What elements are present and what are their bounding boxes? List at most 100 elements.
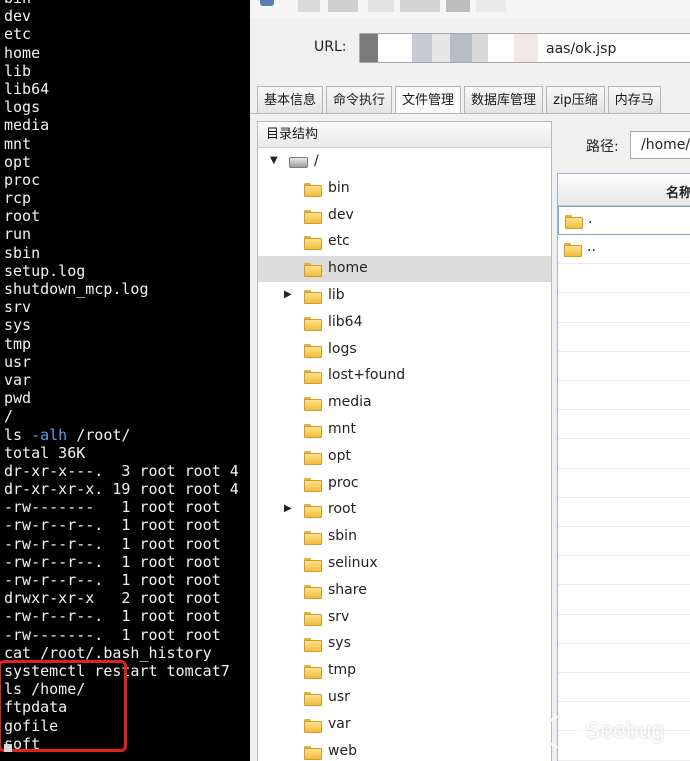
seebug-watermark: Seebug	[545, 713, 675, 753]
tree-item[interactable]: ▶ root	[258, 497, 551, 523]
url-value: aas/ok.jsp	[546, 41, 617, 57]
empty-row	[558, 586, 690, 615]
expand-arrow-icon[interactable]: ▼	[270, 155, 278, 166]
folder-icon	[304, 236, 322, 251]
terminal-window[interactable]: bindevetchomeliblib64logsmediamntoptproc…	[0, 0, 250, 761]
folder-icon	[304, 531, 322, 546]
tab-divider	[250, 113, 690, 114]
tree-item-label: mnt	[328, 421, 356, 437]
tree-item-label: selinux	[328, 555, 378, 571]
terminal-line: tmp	[4, 334, 32, 353]
file-row[interactable]: .	[558, 206, 690, 235]
title-bar-redacted	[250, 0, 690, 18]
folder-icon	[304, 665, 322, 680]
folder-icon	[304, 450, 322, 465]
tree-item[interactable]: bin	[258, 176, 551, 202]
empty-row	[558, 294, 690, 323]
terminal-argument: /root/	[67, 425, 131, 444]
tab-0[interactable]: 基本信息	[257, 86, 324, 114]
file-row[interactable]: ..	[558, 235, 690, 265]
empty-row	[558, 615, 690, 644]
path-value: /home/	[641, 137, 690, 153]
terminal-line: total 36K	[4, 443, 86, 462]
tree-item[interactable]: lost+found	[258, 363, 551, 389]
tree-item[interactable]: web	[258, 739, 551, 761]
tree-root[interactable]: ▼ /	[258, 149, 551, 175]
terminal-line: home	[4, 43, 41, 62]
path-label: 路径:	[586, 139, 619, 155]
path-input[interactable]: /home/	[630, 131, 690, 159]
file-name: ..	[587, 239, 596, 256]
terminal-line: media	[4, 116, 50, 135]
empty-row	[558, 410, 690, 440]
tree-item[interactable]: sys	[258, 631, 551, 657]
folder-icon	[304, 692, 322, 706]
tree-item-label: lib64	[328, 313, 363, 330]
tree-item[interactable]: ▶ lib	[258, 283, 551, 309]
terminal-line: etc	[4, 25, 32, 44]
tree-item[interactable]: etc	[258, 229, 551, 255]
tree-item-label: home	[328, 260, 368, 277]
terminal-line: opt	[4, 152, 32, 171]
folder-icon	[304, 611, 322, 626]
terminal-line: srv	[4, 298, 32, 317]
tree-item[interactable]: usr	[258, 685, 551, 711]
folder-icon	[304, 370, 322, 385]
tab-2[interactable]: 文件管理	[395, 86, 462, 114]
tree-item[interactable]: dev	[258, 203, 551, 229]
tab-1[interactable]: 命令执行	[326, 86, 393, 114]
tree-header: 目录结构	[258, 122, 551, 148]
tree-item[interactable]: srv	[258, 605, 551, 631]
tree-item[interactable]: logs	[258, 337, 551, 363]
webshell-manager-window: URL: aas/ok.jsp 基本信息 命令执行 文件管理 数据库管理 zip压缩 内存…	[250, 0, 690, 761]
tree-item-label: proc	[328, 474, 359, 491]
tree-item[interactable]: lib64	[258, 310, 551, 336]
terminal-line: -rw------- 1 root root	[4, 498, 221, 517]
terminal-line: -rw-r--r--. 1 root root	[4, 516, 221, 535]
drive-icon	[289, 157, 308, 168]
tree-item-label: web	[328, 742, 357, 759]
empty-row	[558, 323, 690, 352]
tree-item[interactable]: tmp	[258, 658, 551, 684]
tree-item-label: sys	[328, 635, 351, 652]
tree-item[interactable]: home	[258, 256, 551, 283]
expand-arrow-icon[interactable]: ▶	[284, 503, 292, 514]
tree-item[interactable]: var	[258, 712, 551, 738]
folder-icon	[304, 343, 322, 358]
tab-3[interactable]: 数据库管理	[464, 86, 544, 114]
tab-4[interactable]: zip压缩	[546, 86, 605, 114]
folder-icon	[304, 584, 322, 599]
tree-item-label: etc	[328, 233, 350, 250]
terminal-line: proc	[4, 170, 41, 189]
folder-icon	[304, 290, 322, 304]
empty-row	[558, 673, 690, 703]
tree-item-label: bin	[328, 179, 350, 196]
terminal-line: -rw-r--r--. 1 root root	[4, 552, 221, 571]
tree-item[interactable]: mnt	[258, 417, 551, 443]
tree-item-label: var	[328, 715, 351, 732]
url-redaction	[360, 34, 538, 62]
tab-5[interactable]: 内存马	[607, 86, 661, 114]
empty-row	[558, 556, 690, 586]
terminal-line: var	[4, 370, 32, 389]
tree-item[interactable]: proc	[258, 471, 551, 497]
tree-item[interactable]: opt	[258, 444, 551, 470]
tree-item[interactable]: sbin	[258, 524, 551, 550]
tree-item-label: tmp	[328, 662, 357, 679]
folder-icon	[304, 718, 322, 733]
terminal-line: mnt	[4, 134, 32, 153]
folder-icon	[304, 504, 322, 519]
tree-item[interactable]: selinux	[258, 551, 551, 577]
column-name-header: 名称	[666, 186, 690, 201]
expand-arrow-icon[interactable]: ▶	[284, 289, 292, 300]
file-list-table: 名称 ...	[557, 173, 690, 761]
file-table-header[interactable]: 名称	[558, 174, 690, 206]
url-input[interactable]: aas/ok.jsp	[359, 33, 690, 63]
tree-item[interactable]: share	[258, 578, 551, 604]
tree-item-label: usr	[328, 689, 350, 705]
terminal-line: run	[4, 225, 32, 244]
tree-item[interactable]: media	[258, 390, 551, 416]
empty-row	[558, 352, 690, 381]
watermark-text: Seebug	[585, 717, 665, 743]
terminal-line: -rw-r--r--. 1 root root	[4, 571, 221, 589]
